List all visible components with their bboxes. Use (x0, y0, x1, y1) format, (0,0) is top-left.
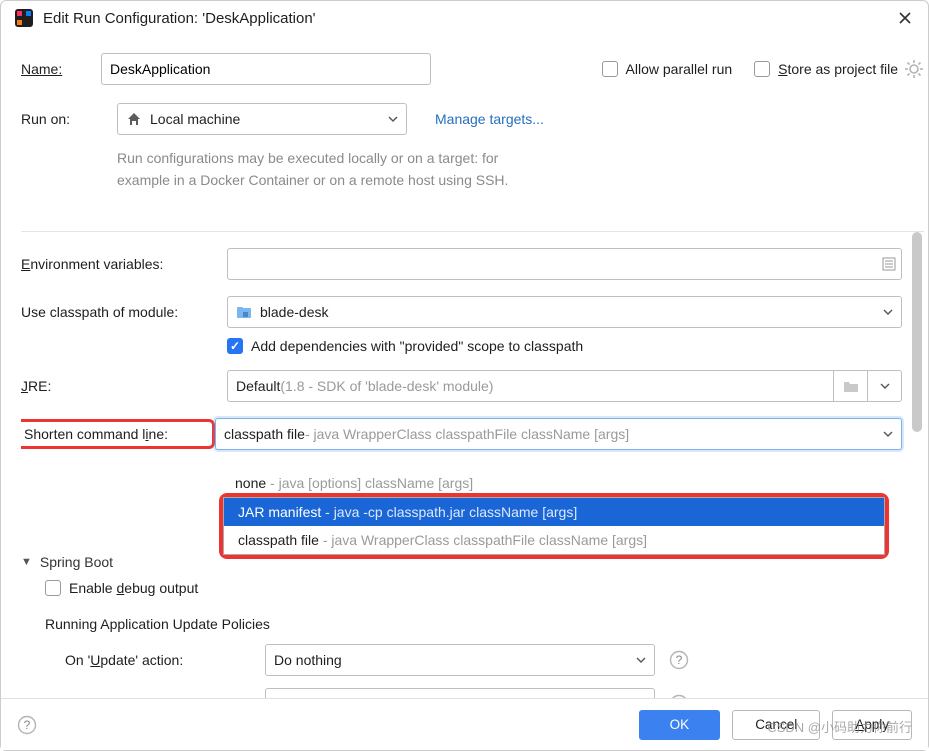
policies-title: Running Application Update Policies (45, 616, 924, 632)
runon-hint: Run configurations may be executed local… (117, 147, 924, 192)
home-icon (126, 111, 142, 127)
classpath-label: Use classpath of module: (21, 300, 227, 324)
close-icon[interactable] (896, 9, 914, 27)
form-area: Environment variables: Use classpath of … (21, 231, 924, 698)
jre-label: JRE: (21, 374, 227, 398)
gear-icon[interactable] (904, 59, 924, 79)
store-as-file-label: Store as project file (778, 61, 898, 77)
name-label: Name: (21, 61, 101, 77)
chevron-down-icon (636, 655, 646, 665)
jre-hint: (1.8 - SDK of 'blade-desk' module) (280, 378, 493, 394)
chevron-down-icon (883, 429, 893, 439)
content: Name: Allow parallel run Store as projec… (1, 43, 928, 698)
chevron-down-icon (388, 114, 398, 124)
footer: ? OK Cancel Apply (1, 698, 928, 750)
name-input[interactable] (101, 53, 431, 85)
checkbox-icon (754, 61, 770, 77)
classpath-value: blade-desk (260, 304, 329, 320)
help-icon[interactable]: ? (17, 715, 37, 735)
env-row: Environment variables: (21, 248, 924, 280)
provided-deps-checkbox[interactable]: Add dependencies with "provided" scope t… (227, 338, 583, 354)
module-icon (236, 304, 252, 320)
manage-targets-link[interactable]: Manage targets... (435, 111, 544, 127)
jre-caret-button[interactable] (868, 370, 902, 402)
folder-open-icon (843, 379, 859, 393)
store-as-file-checkbox[interactable]: Store as project file (754, 61, 898, 77)
allow-parallel-checkbox[interactable]: Allow parallel run (602, 61, 733, 77)
shorten-dropdown[interactable]: classpath file - java WrapperClass class… (215, 418, 902, 450)
shorten-value-hint: - java WrapperClass classpathFile classN… (305, 426, 629, 442)
shorten-option-jar[interactable]: JAR manifest - java -cp classpath.jar cl… (224, 498, 884, 526)
scrollbar[interactable] (910, 232, 924, 698)
on-update-dropdown[interactable]: Do nothing (265, 644, 655, 676)
svg-text:?: ? (24, 718, 31, 732)
shorten-option-classpath[interactable]: classpath file - java WrapperClass class… (224, 526, 884, 554)
runon-row: Run on: Local machine Manage targets... (21, 103, 924, 135)
jre-row: JRE: Default (1.8 - SDK of 'blade-desk' … (21, 370, 924, 402)
env-input[interactable] (227, 248, 902, 280)
runon-label: Run on: (21, 111, 89, 127)
runon-value: Local machine (150, 111, 240, 127)
scroll-thumb[interactable] (912, 232, 922, 432)
ok-button[interactable]: OK (639, 710, 721, 740)
classpath-row: Use classpath of module: blade-desk (21, 296, 924, 328)
titlebar: Edit Run Configuration: 'DeskApplication… (1, 1, 928, 35)
jre-value: Default (236, 378, 280, 394)
chevron-down-icon: ▼ (21, 556, 32, 568)
chevron-down-icon (880, 381, 890, 391)
apply-button[interactable]: Apply (832, 710, 912, 740)
enable-debug-label: Enable debug output (69, 580, 198, 596)
springboot-title: Spring Boot (40, 554, 113, 570)
shorten-option-none[interactable]: none - java [options] className [args] (235, 475, 875, 491)
name-row: Name: Allow parallel run Store as projec… (21, 53, 924, 85)
window-title: Edit Run Configuration: 'DeskApplication… (43, 10, 896, 27)
cancel-button[interactable]: Cancel (732, 710, 820, 740)
help-icon[interactable]: ? (669, 650, 689, 670)
svg-text:?: ? (676, 653, 683, 667)
classpath-dropdown[interactable]: blade-desk (227, 296, 902, 328)
deps-row: Add dependencies with "provided" scope t… (21, 338, 924, 354)
on-frame-dropdown[interactable]: Do nothing (265, 688, 655, 698)
jre-dropdown[interactable]: Default (1.8 - SDK of 'blade-desk' modul… (227, 370, 834, 402)
jre-browse-button[interactable] (834, 370, 868, 402)
app-icon (15, 9, 33, 27)
on-frame-row: On frame deactivation: Do nothing ? (65, 688, 924, 698)
shorten-label: Shorten command line: (21, 419, 215, 449)
provided-deps-label: Add dependencies with "provided" scope t… (251, 338, 583, 354)
checkbox-icon (602, 61, 618, 77)
shorten-row: Shorten command line: classpath file - j… (21, 418, 924, 450)
shorten-value: classpath file (224, 426, 305, 442)
on-update-value: Do nothing (274, 652, 342, 668)
enable-debug-checkbox[interactable]: Enable debug output (45, 580, 924, 596)
shorten-popup: JAR manifest - java -cp classpath.jar cl… (219, 493, 889, 559)
checkbox-icon (45, 580, 61, 596)
runon-dropdown[interactable]: Local machine (117, 103, 407, 135)
env-label: Environment variables: (21, 252, 227, 276)
on-update-row: On 'Update' action: Do nothing ? (65, 644, 924, 676)
on-update-label: On 'Update' action: (65, 652, 265, 668)
checkbox-icon (227, 338, 243, 354)
allow-parallel-label: Allow parallel run (626, 61, 733, 77)
chevron-down-icon (883, 307, 893, 317)
list-icon[interactable] (881, 256, 897, 272)
